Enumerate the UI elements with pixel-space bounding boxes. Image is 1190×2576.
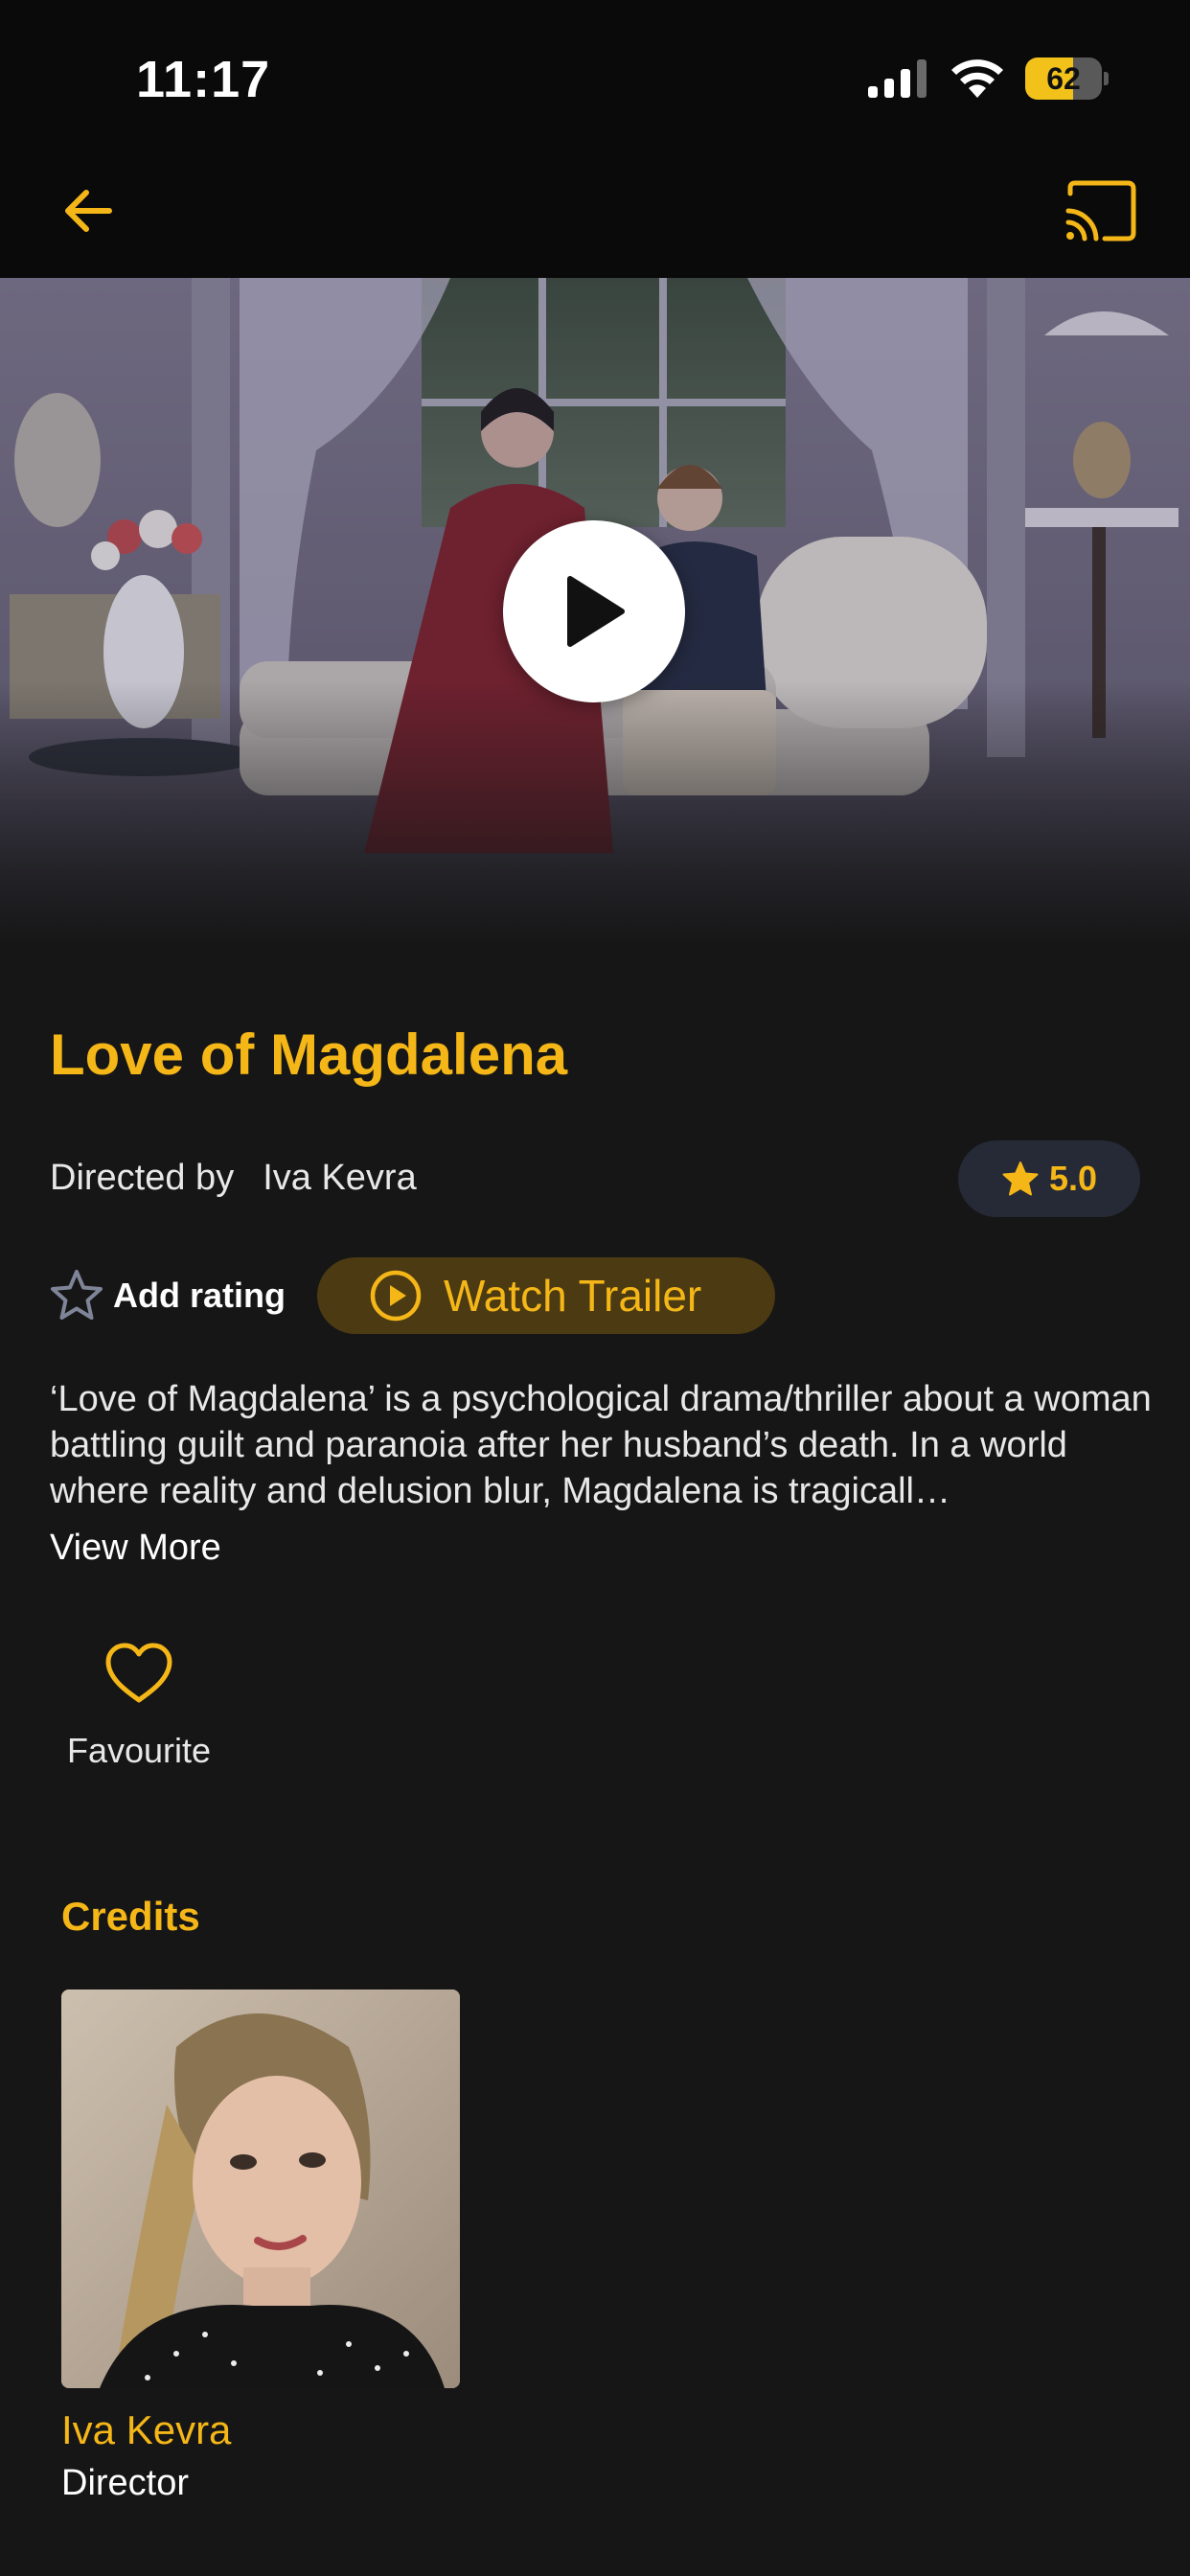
status-bar: 11:17 62: [0, 0, 1190, 153]
movie-detail-screen: 11:17 62 Love of Magdalena Directed by I…: [0, 0, 1190, 2576]
director-photo: [61, 1990, 460, 2388]
play-icon: [567, 576, 625, 647]
director-line: Directed by Iva Kevra: [50, 1158, 417, 1199]
rating-badge: 5.0: [958, 1140, 1140, 1217]
cast-icon: [1065, 180, 1136, 242]
trailer-hero-image[interactable]: [0, 278, 1190, 949]
credit-name: Iva Kevra: [61, 2407, 232, 2452]
credit-role: Director: [61, 2463, 190, 2503]
battery-percent: 62: [1046, 61, 1081, 96]
heart-outline-icon: [105, 1643, 172, 1703]
cast-button[interactable]: [1058, 171, 1144, 251]
navigation-bar: [0, 153, 1190, 278]
view-more-link[interactable]: View More: [50, 1528, 221, 1569]
star-outline-icon: [51, 1270, 103, 1320]
director-name: Iva Kevra: [263, 1158, 417, 1198]
watch-trailer-button[interactable]: Watch Trailer: [317, 1257, 775, 1334]
cellular-signal-icon: [868, 59, 927, 98]
add-rating-button[interactable]: Add rating: [48, 1265, 286, 1326]
arrow-left-icon: [65, 190, 112, 232]
star-filled-icon: [1002, 1162, 1039, 1196]
favourite-label: Favourite: [66, 1731, 212, 1770]
watch-trailer-label: Watch Trailer: [444, 1271, 702, 1321]
play-trailer-button[interactable]: [503, 520, 685, 702]
battery-icon: 62: [1025, 58, 1109, 100]
movie-title: Love of Magdalena: [50, 1023, 568, 1087]
play-circle-icon: [370, 1270, 422, 1322]
rating-value: 5.0: [1048, 1159, 1098, 1198]
status-time: 11:17: [136, 51, 271, 108]
movie-description: ‘Love of Magdalena’ is a psychological d…: [50, 1379, 1152, 1511]
credits-heading: Credits: [61, 1894, 200, 1939]
directed-by-label: Directed by: [50, 1158, 235, 1198]
add-rating-label: Add rating: [113, 1276, 286, 1315]
wifi-icon: [951, 59, 1003, 98]
credit-card[interactable]: Iva Kevra Director: [61, 1990, 460, 2504]
back-button[interactable]: [50, 172, 126, 249]
favourite-button[interactable]: Favourite: [57, 1641, 220, 1771]
